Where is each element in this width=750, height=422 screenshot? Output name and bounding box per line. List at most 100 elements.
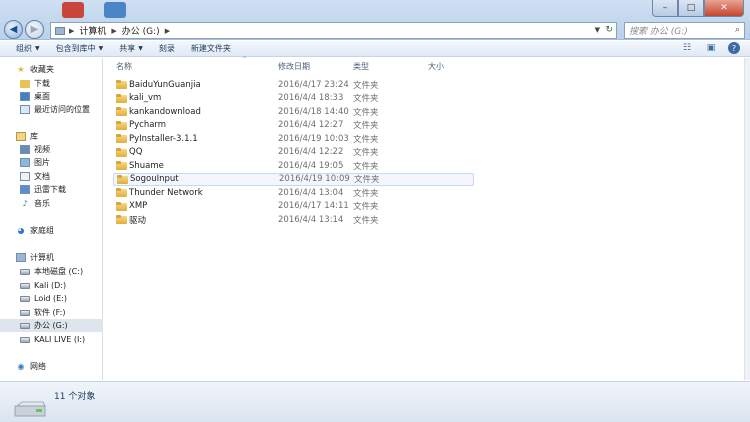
search-icon: ⌕ xyxy=(734,25,740,35)
app-icon xyxy=(104,2,126,18)
breadcrumb-drive-g[interactable]: 办公 (G:) xyxy=(122,24,160,37)
include-in-library-button[interactable]: 包含到库中 ▼ xyxy=(48,41,112,57)
chevron-down-icon[interactable]: ▼ xyxy=(595,26,600,34)
file-row[interactable]: QQ 2016/4/4 12:22 文件夹 xyxy=(113,146,474,159)
file-row[interactable]: BaiduYunGuanjia 2016/4/17 23:24 文件夹 xyxy=(113,78,474,91)
hard-drive-icon xyxy=(20,308,30,317)
nav-computer[interactable]: 计算机 xyxy=(16,251,54,264)
file-row[interactable]: kankandownload 2016/4/18 14:40 文件夹 xyxy=(113,105,474,118)
folder-icon xyxy=(116,161,127,170)
object-count: 11 个对象 xyxy=(54,392,96,402)
forward-button[interactable]: ▶ xyxy=(25,20,44,39)
nav-drive-e[interactable]: Loid (E:) xyxy=(20,292,67,305)
computer-small-icon xyxy=(55,26,65,35)
nav-desktop[interactable]: 桌面 xyxy=(20,90,50,103)
video-icon xyxy=(20,145,30,154)
file-date: 2016/4/4 13:04 xyxy=(278,187,344,198)
arrow-left-icon: ◀ xyxy=(9,24,18,35)
file-type: 文件夹 xyxy=(353,188,379,199)
file-name: XMP xyxy=(129,201,148,211)
refresh-icon[interactable]: ↻ xyxy=(605,25,613,35)
nav-drive-g[interactable]: 办公 (G:) xyxy=(0,319,103,332)
nav-pictures[interactable]: 图片 xyxy=(20,156,50,169)
folder-icon xyxy=(117,174,128,184)
column-size[interactable]: 大小 xyxy=(428,61,444,72)
title-bar: – □ ✕ ◀ ▶ ▶ 计算机 ▶ 办公 (G:) ▶ ▼ ↻ 搜索 办公 (G… xyxy=(0,0,750,40)
library-icon xyxy=(16,132,26,141)
nav-documents[interactable]: 文档 xyxy=(20,170,50,183)
preview-pane-icon[interactable]: ▣ xyxy=(704,42,718,54)
maximize-button[interactable]: □ xyxy=(678,0,704,17)
column-date-modified[interactable]: 修改日期 xyxy=(278,61,310,72)
folder-icon xyxy=(116,93,127,103)
file-row[interactable]: Shuame 2016/4/4 19:05 文件夹 xyxy=(113,159,474,172)
back-button[interactable]: ◀ xyxy=(4,20,23,39)
file-row[interactable]: Pycharm 2016/4/4 12:27 文件夹 xyxy=(113,119,474,132)
organize-button[interactable]: 组织 ▼ xyxy=(0,41,48,57)
nav-thunder-downloads[interactable]: 迅雷下载 xyxy=(20,183,66,196)
help-icon[interactable]: ? xyxy=(728,42,740,54)
file-row[interactable]: 驱动 2016/4/4 13:14 文件夹 xyxy=(113,213,474,226)
nav-recent[interactable]: 最近访问的位置 xyxy=(20,103,90,116)
file-name: Shuame xyxy=(129,160,164,171)
new-folder-button[interactable]: 新建文件夹 xyxy=(183,41,239,57)
recent-places-icon xyxy=(20,105,30,114)
nav-libraries[interactable]: 库 xyxy=(16,130,38,143)
vertical-scrollbar[interactable] xyxy=(744,58,750,380)
search-input[interactable]: 搜索 办公 (G:) ⌕ xyxy=(624,22,745,39)
nav-homegroup[interactable]: ◕ 家庭组 xyxy=(16,224,55,237)
file-type: 文件夹 xyxy=(353,148,379,158)
file-row[interactable]: kali_vm 2016/4/4 18:33 文件夹 xyxy=(113,92,474,105)
chevron-right-icon[interactable]: ▶ xyxy=(69,27,74,35)
breadcrumb-computer[interactable]: 计算机 xyxy=(79,24,106,37)
nav-downloads[interactable]: 下载 xyxy=(20,77,50,90)
close-button[interactable]: ✕ xyxy=(704,0,744,17)
nav-videos[interactable]: 视频 xyxy=(20,143,50,156)
file-row[interactable]: PyInstaller-3.1.1 2016/4/19 10:03 文件夹 xyxy=(113,132,474,145)
column-name[interactable]: 名称 xyxy=(116,61,132,72)
share-button[interactable]: 共享 ▼ xyxy=(111,41,151,57)
file-type: 文件夹 xyxy=(353,94,379,104)
folder-icon xyxy=(116,188,127,197)
address-bar[interactable]: ▶ 计算机 ▶ 办公 (G:) ▶ ▼ ↻ xyxy=(50,22,617,39)
chevron-right-icon[interactable]: ▶ xyxy=(165,27,170,35)
download-folder-icon xyxy=(20,79,30,88)
taskbar-thumbnails xyxy=(62,2,126,18)
file-type: 文件夹 xyxy=(353,107,379,118)
nav-drive-c[interactable]: 本地磁盘 (C:) xyxy=(20,265,83,278)
file-date: 2016/4/17 14:11 xyxy=(278,201,349,211)
file-row[interactable]: Thunder Network 2016/4/4 13:04 文件夹 xyxy=(113,186,474,199)
file-type: 文件夹 xyxy=(353,215,379,226)
file-row[interactable]: SogouInput 2016/4/19 10:09 文件夹 xyxy=(113,172,474,186)
minimize-button[interactable]: – xyxy=(652,0,678,17)
folder-icon xyxy=(116,147,127,157)
hard-drive-icon xyxy=(20,321,30,330)
nav-drive-kali-live[interactable]: KALI LIVE (I:) xyxy=(20,333,85,346)
sort-indicator-icon: ^ xyxy=(242,56,248,63)
folder-icon xyxy=(116,80,127,89)
hard-drive-icon xyxy=(20,294,30,303)
file-name: QQ xyxy=(129,147,143,157)
nav-network[interactable]: ◉ 网络 xyxy=(16,360,47,373)
desktop-icon xyxy=(20,92,30,101)
nav-music[interactable]: ♪ 音乐 xyxy=(20,197,50,210)
nav-favorites[interactable]: ★ 收藏夹 xyxy=(16,63,54,76)
nav-drive-d[interactable]: Kali (D:) xyxy=(20,279,66,292)
file-type: 文件夹 xyxy=(353,134,379,145)
view-options-icon[interactable]: ☷ xyxy=(680,42,694,54)
computer-icon xyxy=(16,253,26,262)
folder-icon xyxy=(116,215,127,224)
file-date: 2016/4/4 18:33 xyxy=(278,93,344,103)
star-icon: ★ xyxy=(17,65,25,74)
folder-icon xyxy=(116,120,127,130)
file-row[interactable]: XMP 2016/4/17 14:11 文件夹 xyxy=(113,200,474,213)
dropdown-arrow-icon: ▼ xyxy=(35,45,40,52)
column-type[interactable]: 类型 xyxy=(353,61,369,72)
chevron-right-icon[interactable]: ▶ xyxy=(111,27,116,35)
burn-button[interactable]: 刻录 xyxy=(151,41,183,57)
file-name: SogouInput xyxy=(130,174,179,184)
file-date: 2016/4/18 14:40 xyxy=(278,106,349,117)
file-type: 文件夹 xyxy=(353,121,379,131)
nav-drive-f[interactable]: 软件 (F:) xyxy=(20,306,65,319)
folder-icon xyxy=(116,107,127,116)
